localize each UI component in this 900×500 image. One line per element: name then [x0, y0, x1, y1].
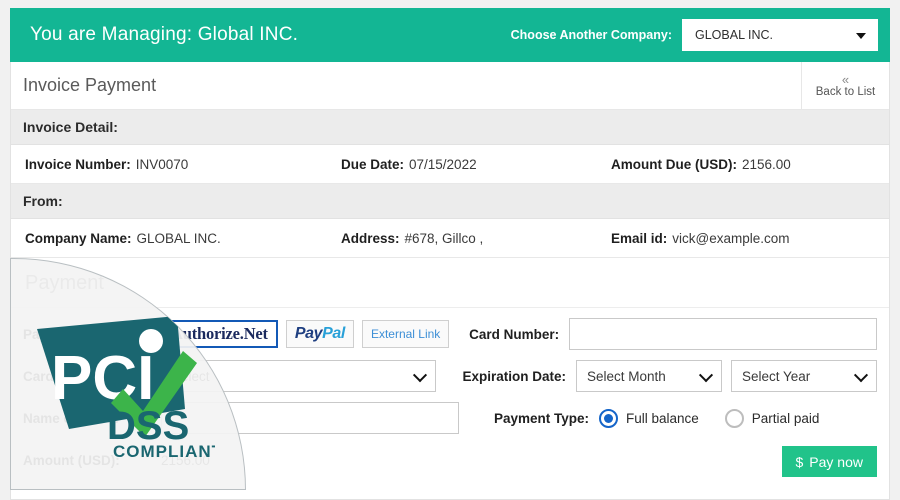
payment-right-column-row2: Expiration Date: Select Month Select Yea…: [436, 360, 877, 392]
payment-method-paypal-button[interactable]: PayPal: [285, 320, 354, 348]
payment-left-column-row3: Name on Card:: [23, 402, 459, 434]
invoice-number-cell: Invoice Number: INV0070: [11, 157, 341, 172]
payment-right-column-row4: $ Pay now: [459, 444, 877, 477]
payment-method-external-link-button[interactable]: External Link: [361, 320, 450, 348]
chevron-down-icon: [856, 33, 866, 39]
amount-due-label: Amount Due (USD):: [611, 156, 737, 172]
payment-form: Payment method: Authorize.Net PayPal Ext…: [11, 308, 889, 499]
invoice-card: Invoice Payment « Back to List Invoice D…: [10, 62, 890, 500]
payment-type-partial-paid-radio[interactable]: [724, 408, 744, 428]
invoice-detail-row: Invoice Number: INV0070 Due Date: 07/15/…: [11, 145, 889, 184]
managing-company-title: You are Managing: Global INC.: [30, 24, 299, 45]
double-chevron-left-icon: «: [841, 71, 850, 87]
due-date-label: Due Date:: [341, 156, 405, 172]
invoice-number-value: INV0070: [135, 156, 189, 172]
due-date-value: 07/15/2022: [409, 156, 477, 172]
paypal-logo-pal: Pal: [322, 325, 345, 342]
payment-type-full-balance-radio[interactable]: [599, 408, 618, 428]
authorize-net-logo: Authorize.Net: [171, 324, 268, 343]
due-date-cell: Due Date: 07/15/2022: [341, 157, 611, 172]
address-label: Address:: [341, 230, 400, 246]
company-select[interactable]: GLOBAL INC.: [682, 19, 878, 51]
expiration-month-select[interactable]: Select Month: [576, 360, 722, 392]
company-name-cell: Company Name: GLOBAL INC.: [11, 231, 341, 246]
expiration-date-controls: Select Month Select Year: [576, 360, 877, 392]
email-cell: Email id: vick@example.com: [611, 231, 881, 246]
address-cell: Address: #678, Gillco ,: [341, 231, 611, 246]
amount-due-value: 2156.00: [741, 156, 791, 172]
invoice-payment-page: You are Managing: Global INC. Choose Ano…: [0, 0, 900, 500]
payment-method-buttons: Authorize.Net PayPal External Link: [161, 320, 450, 348]
payment-left-column-row1: Payment method: Authorize.Net PayPal Ext…: [23, 320, 459, 348]
company-switcher: Choose Another Company: GLOBAL INC.: [511, 19, 878, 51]
back-to-list-button[interactable]: « Back to List: [801, 62, 889, 109]
payment-type-partial-paid-label: Partial paid: [751, 410, 820, 426]
payment-form-row-4: Amount (USD): 2156.00 $ Pay now: [23, 444, 877, 477]
expiration-year-value: Select Year: [742, 368, 811, 384]
card-type-select-value: Select: [172, 368, 210, 384]
pay-now-button[interactable]: $ Pay now: [781, 446, 877, 477]
top-banner: You are Managing: Global INC. Choose Ano…: [10, 8, 890, 62]
back-to-list-label: Back to List: [815, 85, 876, 98]
card-number-label: Card Number:: [469, 326, 560, 342]
card-header: Invoice Payment « Back to List: [11, 62, 889, 110]
expiration-date-label: Expiration Date:: [462, 368, 566, 384]
payment-method-label: Payment method:: [23, 326, 137, 342]
invoice-number-label: Invoice Number:: [25, 156, 131, 172]
payment-type-radio-group: Full balance Partial paid: [599, 408, 837, 428]
from-heading: From:: [11, 184, 889, 219]
company-select-value: GLOBAL INC.: [695, 28, 774, 42]
amount-value: 2156.00: [161, 453, 210, 468]
payment-type-full-balance-label: Full balance: [626, 410, 699, 426]
card-type-select[interactable]: Select: [161, 360, 436, 392]
card-number-input[interactable]: [569, 318, 877, 350]
email-label: Email id:: [611, 230, 668, 246]
company-name-value: GLOBAL INC.: [136, 230, 221, 246]
card-type-label: Card Type:: [23, 368, 93, 384]
payment-right-column-row1: Card Number:: [459, 318, 877, 350]
name-on-card-input[interactable]: [161, 402, 459, 434]
amount-due-cell: Amount Due (USD): 2156.00: [611, 157, 881, 172]
amount-label: Amount (USD):: [23, 453, 120, 468]
payment-heading: Payment: [11, 258, 889, 308]
paypal-logo: PayPal: [294, 325, 346, 343]
page-title: Invoice Payment: [23, 75, 157, 95]
email-value: vick@example.com: [672, 230, 790, 246]
payment-form-row-2: Card Type: Select Expiration Date: Selec…: [23, 360, 877, 392]
payment-left-column-row2: Card Type: Select: [23, 360, 436, 392]
company-name-label: Company Name:: [25, 230, 132, 246]
payment-right-column-row3: Payment Type: Full balance Partial paid: [459, 408, 877, 428]
payment-method-authorize-net-button[interactable]: Authorize.Net: [161, 320, 278, 348]
external-link-label: External Link: [370, 327, 441, 341]
dollar-icon: $: [795, 453, 804, 470]
pay-now-label: Pay now: [809, 453, 863, 470]
invoice-detail-heading: Invoice Detail:: [11, 110, 889, 145]
paypal-logo-pay: Pay: [294, 325, 323, 342]
expiration-year-select[interactable]: Select Year: [731, 360, 877, 392]
expiration-month-value: Select Month: [587, 368, 666, 384]
payment-form-row-1: Payment method: Authorize.Net PayPal Ext…: [23, 318, 877, 350]
pay-now-row: $ Pay now: [469, 444, 877, 477]
payment-form-row-3: Name on Card: Payment Type: Full balance: [23, 402, 877, 434]
payment-section: Payment Payment method: Authorize.Net Pa…: [11, 258, 889, 499]
address-value: #678, Gillco ,: [404, 230, 484, 246]
payment-type-label: Payment Type:: [493, 410, 589, 426]
name-on-card-label: Name on Card:: [23, 410, 120, 426]
payment-left-column-row4: Amount (USD): 2156.00: [23, 453, 459, 468]
from-detail-row: Company Name: GLOBAL INC. Address: #678,…: [11, 219, 889, 258]
choose-company-label: Choose Another Company:: [510, 28, 672, 42]
